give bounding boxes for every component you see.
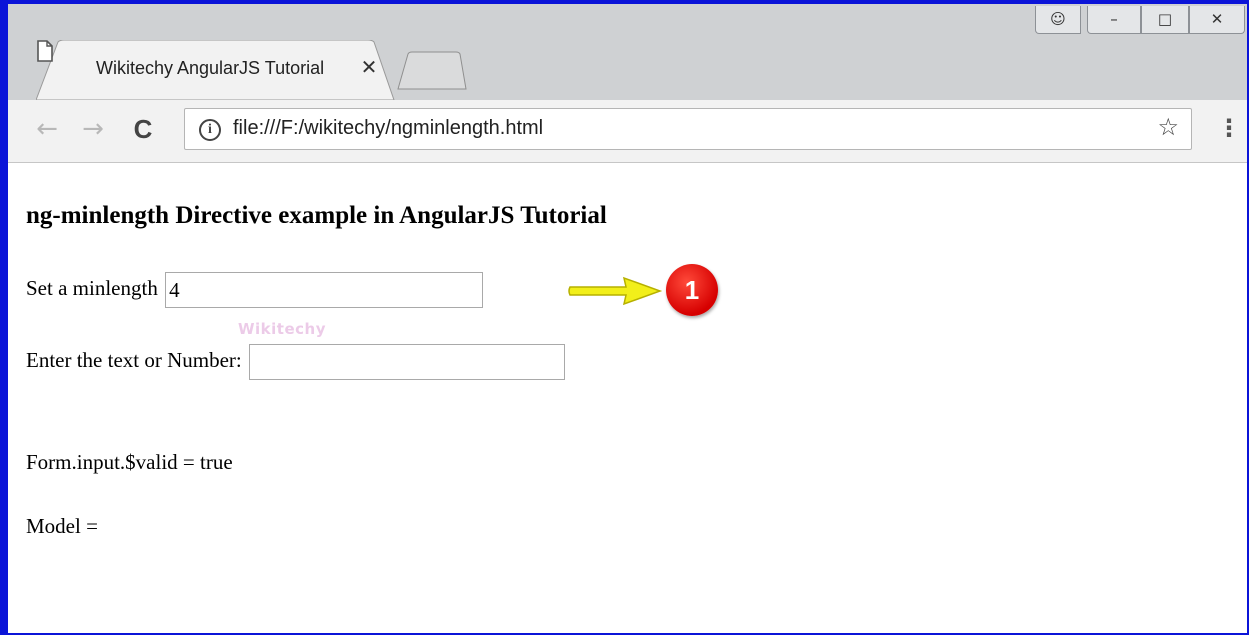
window-close-button[interactable]: ✕ [1189,6,1245,34]
browser-toolbar: ← → C i file:///F:/wikitechy/ngminlength… [8,100,1247,163]
browser-menu-icon[interactable]: ⋮ [1217,114,1241,144]
browser-tab[interactable]: Wikitechy AngularJS Tutorial ✕ [36,40,395,100]
page-content: ng-minlength Directive example in Angula… [26,162,1247,633]
text-row: Enter the text or Number: [26,344,566,380]
user-icon[interactable]: ☺ [1035,6,1081,34]
annotation-badge: 1 [666,264,718,316]
bookmark-star-icon[interactable]: ☆ [1157,113,1179,141]
text-label: Enter the text or Number: [26,347,242,372]
valid-status: Form.input.$valid = true [26,450,233,474]
new-tab-button[interactable] [396,50,468,90]
address-bar[interactable]: i file:///F:/wikitechy/ngminlength.html … [184,108,1192,150]
minimize-button[interactable]: – [1087,6,1141,34]
restore-button[interactable]: □ [1141,6,1189,34]
info-icon[interactable]: i [199,119,221,141]
page-heading: ng-minlength Directive example in Angula… [26,202,607,229]
minlength-label: Set a minlength [26,275,158,300]
watermark-logo: Wikitechy [238,320,326,338]
document-icon [37,40,53,62]
minlength-input[interactable] [165,272,484,308]
model-output: Model = [26,514,98,538]
reload-button[interactable]: C [126,112,160,146]
tab-strip: Wikitechy AngularJS Tutorial ✕ ☺ – □ ✕ [8,4,1247,100]
minlength-row: Set a minlength [26,272,484,308]
forward-button[interactable]: → [76,112,110,146]
yellow-arrow-icon [568,276,663,306]
tab-title: Wikitechy AngularJS Tutorial [96,58,325,78]
screenshot-frame: Wikitechy AngularJS Tutorial ✕ ☺ – □ ✕ ←… [0,0,1249,635]
text-number-input[interactable] [249,344,566,380]
tab-close-icon[interactable]: ✕ [356,54,382,80]
back-button[interactable]: ← [30,112,64,146]
url-text[interactable]: file:///F:/wikitechy/ngminlength.html [233,117,543,140]
